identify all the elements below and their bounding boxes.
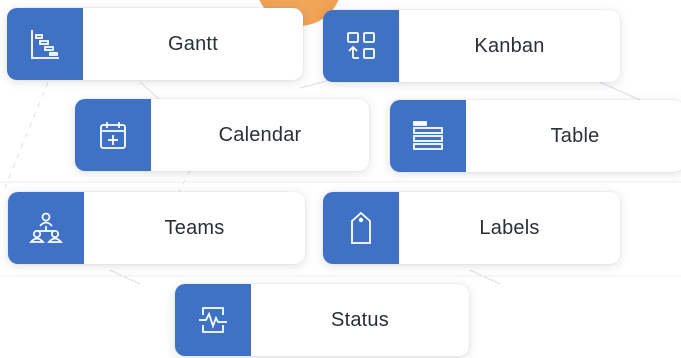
table-label: Table [550,124,600,147]
gantt-icon-box [7,8,83,80]
kanban-label: Kanban [474,34,545,57]
table-view-card[interactable]: Table [390,100,681,172]
table-rows-icon [413,121,443,150]
status-view-card[interactable]: Status [175,284,469,356]
labels-label: Labels [479,216,540,239]
kanban-board-icon [347,32,375,59]
teams-label: Teams [164,216,225,239]
status-pulse-icon [199,307,227,333]
calendar-view-card[interactable]: Calendar [75,99,369,171]
teams-icon-box [8,192,84,264]
calendar-label: Calendar [218,123,302,146]
kanban-view-card[interactable]: Kanban [323,10,620,82]
gantt-label: Gantt [168,32,218,55]
status-label: Status [331,308,389,331]
gantt-view-card[interactable]: Gantt [7,8,303,80]
gantt-chart-icon [31,30,59,59]
labels-view-card[interactable]: Labels [323,192,620,264]
table-icon-box [390,100,466,172]
calendar-add-icon [100,122,126,149]
calendar-icon-box [75,99,151,171]
tag-icon [351,211,371,244]
kanban-icon-box [323,10,399,82]
status-icon-box [175,284,251,356]
labels-icon-box [323,192,399,264]
team-hierarchy-icon [29,212,63,243]
teams-view-card[interactable]: Teams [8,192,305,264]
